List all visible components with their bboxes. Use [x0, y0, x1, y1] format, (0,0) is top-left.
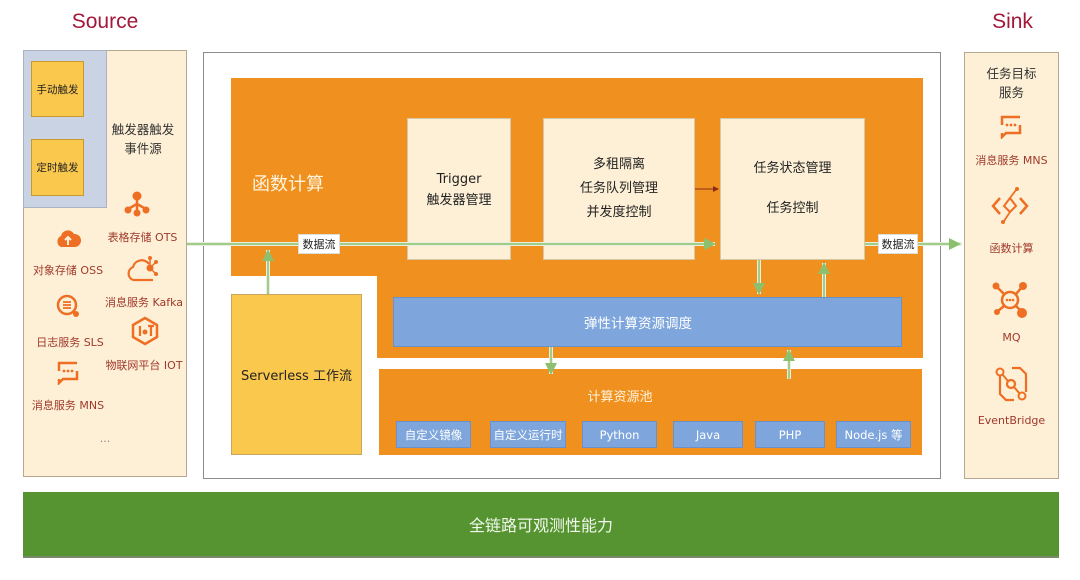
eventbridge-icon	[995, 366, 1028, 402]
sink-service-mq: MQ	[1002, 331, 1021, 344]
message-service-icon	[1000, 115, 1022, 139]
sink-heading: 任务目标 服务	[986, 66, 1037, 100]
sink-service-mns: 消息服务 MNS	[975, 154, 1048, 167]
sink-service-fc: 函数计算	[989, 242, 1034, 255]
sink-service-eventbridge: EventBridge	[977, 414, 1046, 427]
data-flow-label-in: 数据流	[298, 234, 340, 254]
mq-icon	[992, 282, 1027, 318]
data-flow-label-out: 数据流	[878, 234, 918, 254]
function-compute-icon	[991, 187, 1029, 224]
observability-bar: 全链路可观测性能力	[23, 492, 1059, 558]
